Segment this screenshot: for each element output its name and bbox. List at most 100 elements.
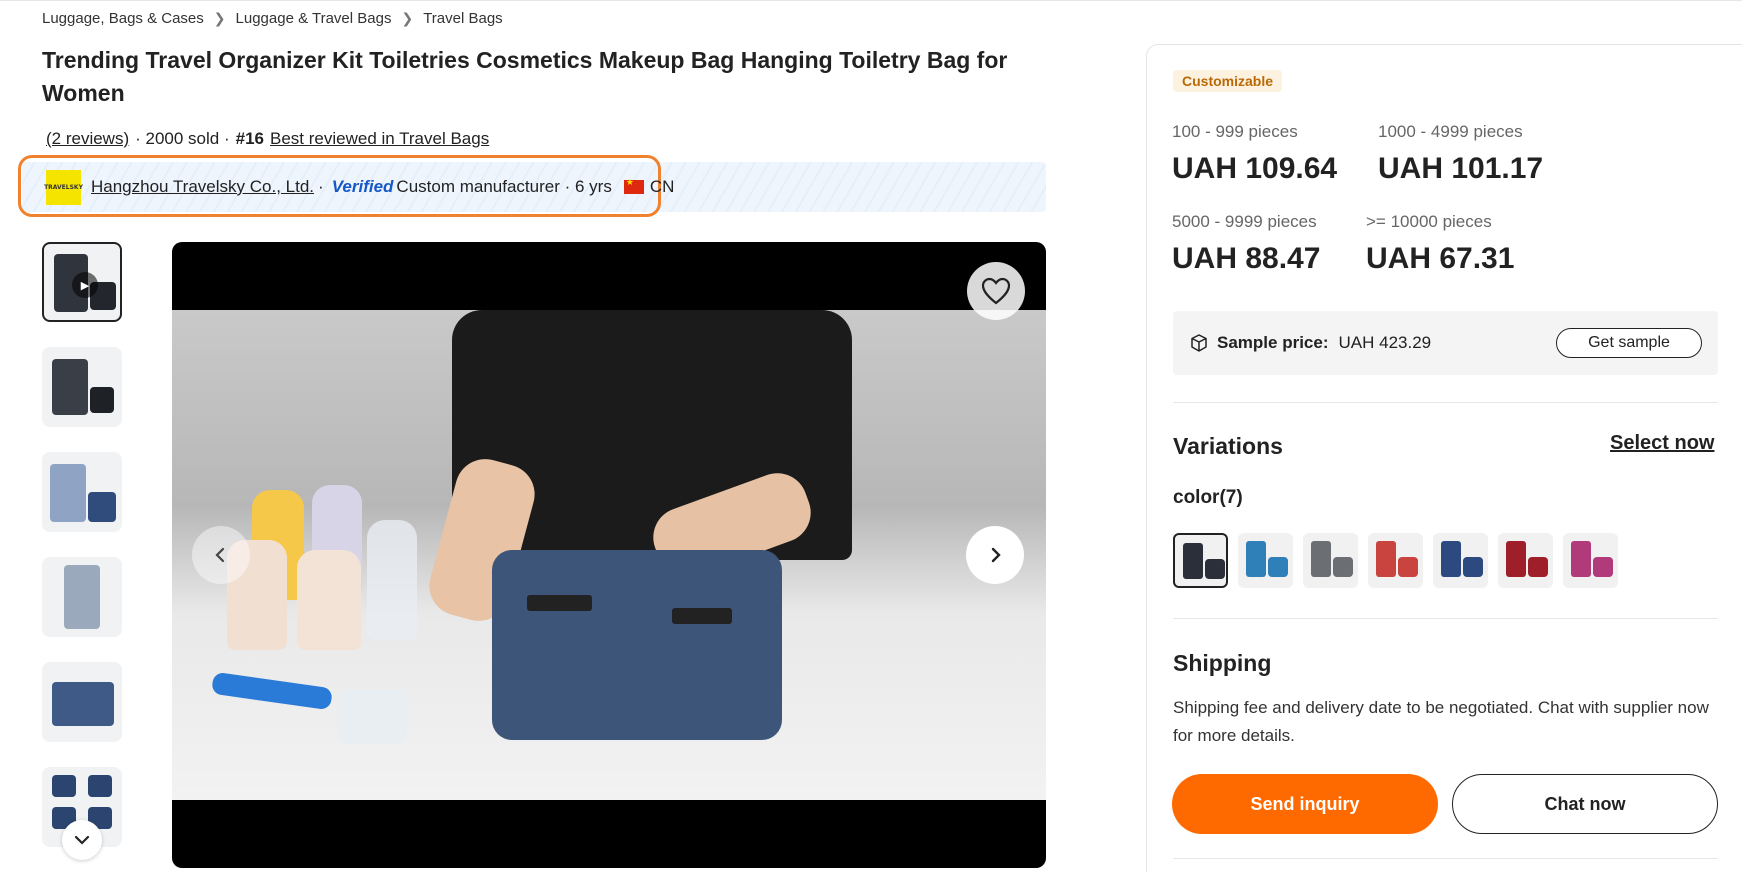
color-swatch[interactable] xyxy=(1303,533,1358,588)
price-tier: 5000 - 9999 pieces UAH 88.47 xyxy=(1172,212,1320,276)
toiletry-bag-image xyxy=(492,550,782,740)
chevron-right-icon: ❯ xyxy=(401,10,414,26)
divider xyxy=(1173,402,1718,403)
supplier-type: Custom manufacturer · 6 yrs xyxy=(396,177,612,196)
chat-now-button[interactable]: Chat now xyxy=(1452,774,1718,834)
shipping-heading: Shipping xyxy=(1173,650,1272,676)
variations-heading: Variations xyxy=(1173,433,1283,459)
thumbnail-image[interactable] xyxy=(42,452,122,532)
separator-dot: · xyxy=(318,177,324,196)
chevron-left-icon xyxy=(215,547,225,563)
sold-count: · 2000 sold · xyxy=(135,129,230,148)
tier-quantity: 5000 - 9999 pieces xyxy=(1172,212,1317,231)
heart-icon xyxy=(981,277,1011,305)
box-icon xyxy=(1191,334,1207,352)
jar-image xyxy=(337,690,407,744)
send-inquiry-button[interactable]: Send inquiry xyxy=(1172,774,1438,834)
bag-image xyxy=(1506,541,1526,577)
rank-number: #16 xyxy=(235,129,264,148)
bag-image xyxy=(88,492,116,522)
divider xyxy=(1173,858,1718,859)
tier-quantity: 100 - 999 pieces xyxy=(1172,122,1298,141)
customizable-badge: Customizable xyxy=(1173,70,1283,92)
product-title: Trending Travel Organizer Kit Toiletries… xyxy=(42,47,1008,106)
bag-image xyxy=(50,464,86,522)
bag-image xyxy=(1398,557,1418,577)
breadcrumb: Luggage, Bags & Cases ❯ Luggage & Travel… xyxy=(42,10,503,27)
bag-image xyxy=(88,775,112,797)
price-tier: 100 - 999 pieces UAH 109.64 xyxy=(1172,122,1337,186)
chevron-right-icon xyxy=(991,547,1001,563)
product-stats: (2 reviews) · 2000 sold · #16 Best revie… xyxy=(46,129,489,149)
tier-quantity: >= 10000 pieces xyxy=(1366,212,1492,231)
comb-image xyxy=(211,671,333,711)
bag-strap xyxy=(672,608,732,624)
thumbnail-image[interactable] xyxy=(42,347,122,427)
bag-image xyxy=(1333,557,1353,577)
bag-image xyxy=(1463,557,1483,577)
top-border xyxy=(0,0,1742,1)
thumbnail-image[interactable] xyxy=(42,557,122,637)
bottle-image xyxy=(297,550,361,650)
bag-image xyxy=(1528,557,1548,577)
sample-price-box: Sample price: UAH 423.29 Get sample xyxy=(1173,311,1718,375)
color-swatches xyxy=(1173,533,1618,588)
bag-image xyxy=(52,359,88,415)
color-swatch[interactable] xyxy=(1498,533,1553,588)
breadcrumb-item-luggage-travel-bags[interactable]: Luggage & Travel Bags xyxy=(236,10,392,27)
china-flag-icon xyxy=(623,177,644,194)
bag-image xyxy=(1571,541,1591,577)
bag-image xyxy=(1268,557,1288,577)
next-image-button[interactable] xyxy=(966,526,1024,584)
bag-image xyxy=(1311,541,1331,577)
rank-category-link[interactable]: Best reviewed in Travel Bags xyxy=(270,129,489,149)
sample-price-label: Sample price: xyxy=(1217,333,1329,352)
select-now-link[interactable]: Select now xyxy=(1610,432,1714,455)
bag-image xyxy=(64,565,100,629)
bag-image xyxy=(1183,543,1203,579)
verified-badge[interactable]: Verified xyxy=(332,177,394,197)
tier-quantity: 1000 - 4999 pieces xyxy=(1378,122,1523,141)
color-count-label: color(7) xyxy=(1173,487,1243,508)
breadcrumb-item-travel-bags[interactable]: Travel Bags xyxy=(423,10,502,27)
play-icon: ▶ xyxy=(72,272,98,298)
favorite-button[interactable] xyxy=(967,262,1025,320)
tier-price: UAH 67.31 xyxy=(1366,242,1515,275)
tier-price: UAH 109.64 xyxy=(1172,152,1338,185)
bag-image xyxy=(1246,541,1266,577)
product-video-player[interactable] xyxy=(172,242,1046,868)
thumbnail-image[interactable] xyxy=(42,662,122,742)
reviews-link[interactable]: (2 reviews) xyxy=(46,129,129,149)
bag-image xyxy=(1376,541,1396,577)
color-swatch[interactable] xyxy=(1238,533,1293,588)
chevron-down-icon xyxy=(74,835,90,845)
chevron-right-icon: ❯ xyxy=(213,10,226,26)
thumbnail-list: ▶ xyxy=(42,242,122,872)
tier-price: UAH 101.17 xyxy=(1378,152,1544,185)
bag-image xyxy=(1593,557,1613,577)
price-tier: 1000 - 4999 pieces UAH 101.17 xyxy=(1378,122,1543,186)
tier-price: UAH 88.47 xyxy=(1172,242,1321,275)
supplier-info: TRAVELSKY Hangzhou Travelsky Co., Ltd. ·… xyxy=(44,169,675,205)
color-swatch[interactable] xyxy=(1433,533,1488,588)
supplier-logo[interactable]: TRAVELSKY xyxy=(44,169,83,205)
thumbnails-scroll-down-button[interactable] xyxy=(62,820,102,860)
shipping-description: Shipping fee and delivery date to be neg… xyxy=(1173,698,1709,745)
thumbnail-video[interactable]: ▶ xyxy=(42,242,122,322)
bag-image xyxy=(52,682,114,726)
get-sample-button[interactable]: Get sample xyxy=(1556,328,1702,358)
divider xyxy=(1173,618,1718,619)
bag-image xyxy=(52,775,76,797)
previous-image-button[interactable] xyxy=(192,526,250,584)
bag-image xyxy=(90,387,114,413)
price-tier: >= 10000 pieces UAH 67.31 xyxy=(1366,212,1514,276)
bag-image xyxy=(1441,541,1461,577)
color-swatch[interactable] xyxy=(1173,533,1228,588)
color-swatch[interactable] xyxy=(1563,533,1618,588)
supplier-country: CN xyxy=(649,177,675,196)
bag-image xyxy=(1205,559,1225,579)
color-swatch[interactable] xyxy=(1368,533,1423,588)
supplier-name-link[interactable]: Hangzhou Travelsky Co., Ltd. xyxy=(91,177,314,197)
breadcrumb-item-luggage-bags-cases[interactable]: Luggage, Bags & Cases xyxy=(42,10,204,27)
bag-strap xyxy=(527,595,592,611)
